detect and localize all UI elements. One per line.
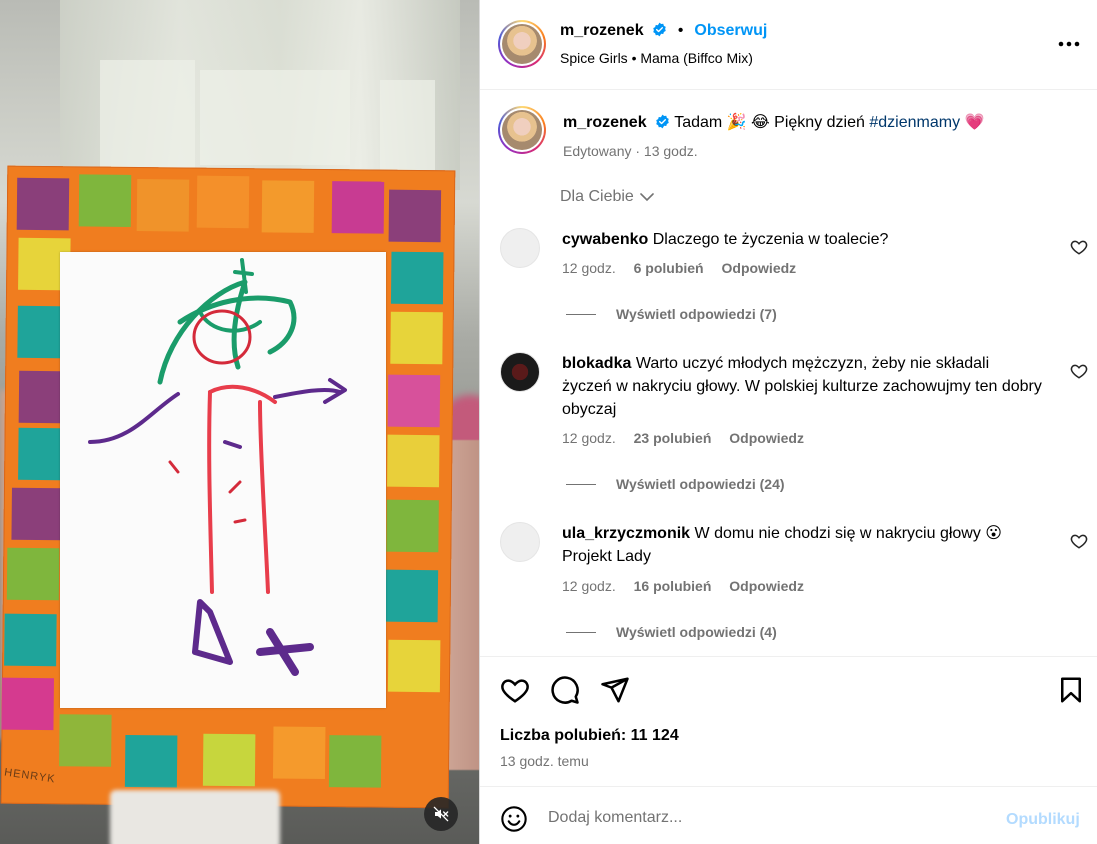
view-replies-link[interactable]: Wyświetl odpowiedzi (7) bbox=[566, 306, 777, 322]
post-media[interactable]: HENRYK bbox=[0, 0, 479, 844]
comment-username[interactable]: cywabenko bbox=[562, 231, 648, 248]
comment-bubble-icon[interactable] bbox=[550, 675, 580, 705]
sticky-note bbox=[59, 714, 112, 767]
sticky-note bbox=[385, 569, 439, 623]
sticky-note bbox=[16, 177, 70, 231]
sticky-note bbox=[386, 499, 439, 553]
comment-likes[interactable]: 16 polubień bbox=[634, 578, 712, 594]
sticky-note bbox=[6, 547, 60, 601]
view-replies-label: Wyświetl odpowiedzi (4) bbox=[616, 624, 777, 640]
verified-badge-icon bbox=[653, 22, 666, 37]
comment-meta: 12 godz. 6 polubień Odpowiedz bbox=[562, 260, 810, 276]
window-pane bbox=[100, 60, 195, 170]
comment-username[interactable]: ula_krzyczmonik bbox=[562, 525, 690, 542]
comment-sort-dropdown[interactable]: Dla Ciebie bbox=[560, 188, 654, 206]
more-horizontal-icon bbox=[1058, 41, 1080, 47]
sticky-note bbox=[136, 179, 190, 232]
sticky-note bbox=[261, 180, 315, 233]
child-drawing bbox=[88, 258, 347, 676]
window-pane bbox=[200, 70, 350, 165]
sort-label: Dla Ciebie bbox=[560, 188, 634, 205]
likes-count[interactable]: Liczba polubień: 11 124 bbox=[500, 727, 679, 745]
reply-button[interactable]: Odpowiedz bbox=[729, 430, 804, 446]
chevron-down-icon bbox=[640, 192, 654, 201]
reply-button[interactable]: Odpowiedz bbox=[729, 578, 804, 594]
sticky-note bbox=[331, 181, 385, 234]
sticky-note bbox=[272, 726, 326, 780]
replies-divider bbox=[566, 483, 596, 485]
comment-time: 12 godz. bbox=[562, 578, 616, 594]
comment-body: cywabenko Dlaczego te życzenia w toaleci… bbox=[562, 228, 1042, 251]
view-replies-link[interactable]: Wyświetl odpowiedzi (24) bbox=[566, 476, 785, 492]
audio-track[interactable]: Spice Girls • Mama (Biffco Mix) bbox=[560, 50, 753, 66]
comment-meta: 12 godz. 23 polubień Odpowiedz bbox=[562, 430, 818, 446]
post-sidebar: m_rozenek • Obserwuj Spice Girls • Mama … bbox=[479, 0, 1097, 844]
like-heart-icon[interactable] bbox=[500, 675, 530, 705]
caption-text: m_rozenek Tadam 🎉 😂 Piękny dzień #dzienm… bbox=[563, 112, 1063, 134]
comment-likes[interactable]: 23 polubień bbox=[634, 430, 712, 446]
sticky-note bbox=[202, 733, 256, 787]
sticky-note bbox=[387, 374, 441, 428]
comment-text: Warto uczyć młodych mężczyzn, żeby nie s… bbox=[562, 355, 1042, 418]
author-username[interactable]: m_rozenek bbox=[560, 22, 644, 39]
sticky-note bbox=[387, 434, 440, 488]
window-pane bbox=[380, 80, 435, 180]
replies-divider bbox=[566, 631, 596, 633]
author-line: m_rozenek • Obserwuj bbox=[560, 22, 767, 40]
replies-divider bbox=[566, 313, 596, 315]
sticky-note bbox=[388, 189, 442, 243]
comment-time: 12 godz. bbox=[562, 430, 616, 446]
commenter-avatar[interactable] bbox=[500, 522, 540, 562]
comment-time: 12 godz. bbox=[562, 260, 616, 276]
caption-meta: Edytowany · 13 godz. bbox=[563, 143, 698, 159]
comment-text: Dlaczego te życzenia w toalecie? bbox=[652, 231, 889, 248]
sticky-note bbox=[196, 175, 250, 229]
follow-button[interactable]: Obserwuj bbox=[694, 22, 767, 39]
publish-button[interactable]: Opublikuj bbox=[1006, 811, 1080, 829]
mute-button[interactable] bbox=[424, 797, 458, 831]
caption-hashtag[interactable]: #dzienmamy bbox=[869, 114, 960, 131]
sticky-note bbox=[124, 734, 178, 788]
commenter-avatar[interactable] bbox=[500, 352, 540, 392]
sticky-note bbox=[1, 677, 54, 731]
more-options-button[interactable] bbox=[1056, 32, 1082, 56]
foreground-object bbox=[110, 790, 280, 844]
sticky-note bbox=[11, 487, 64, 541]
sticky-note bbox=[390, 311, 443, 365]
sticky-note bbox=[328, 735, 382, 788]
comment-likes[interactable]: 6 polubień bbox=[634, 260, 704, 276]
caption-emoji: 💗 bbox=[964, 114, 985, 131]
reply-button[interactable]: Odpowiedz bbox=[722, 260, 797, 276]
separator-dot: • bbox=[677, 22, 684, 39]
post-header: m_rozenek • Obserwuj Spice Girls • Mama … bbox=[480, 0, 1097, 90]
caption-avatar[interactable] bbox=[498, 106, 546, 154]
save-bookmark-icon[interactable] bbox=[1056, 675, 1086, 705]
view-replies-label: Wyświetl odpowiedzi (7) bbox=[616, 306, 777, 322]
comment-username[interactable]: blokadka bbox=[562, 355, 631, 372]
sticky-note bbox=[4, 613, 57, 667]
comment-body: blokadka Warto uczyć młodych mężczyzn, ż… bbox=[562, 352, 1042, 421]
like-comment-heart-icon[interactable] bbox=[1070, 532, 1088, 550]
author-avatar[interactable] bbox=[498, 20, 546, 68]
sticky-note bbox=[78, 174, 132, 227]
verified-badge-icon bbox=[656, 114, 669, 129]
view-replies-link[interactable]: Wyświetl odpowiedzi (4) bbox=[566, 624, 777, 640]
like-comment-heart-icon[interactable] bbox=[1070, 362, 1088, 380]
view-replies-label: Wyświetl odpowiedzi (24) bbox=[616, 476, 785, 492]
sticky-note bbox=[390, 251, 444, 305]
emoji-smiley-icon[interactable] bbox=[500, 805, 528, 833]
comment-meta: 12 godz. 16 polubień Odpowiedz bbox=[562, 578, 818, 594]
speaker-muted-icon bbox=[433, 806, 449, 822]
post-actions: Liczba polubień: 11 124 13 godz. temu bbox=[480, 656, 1097, 786]
like-comment-heart-icon[interactable] bbox=[1070, 238, 1088, 256]
post-timestamp: 13 godz. temu bbox=[500, 753, 589, 769]
caption-username[interactable]: m_rozenek bbox=[563, 114, 647, 131]
comment-body: ula_krzyczmonik W domu nie chodzi się w … bbox=[562, 522, 1042, 568]
commenter-avatar[interactable] bbox=[500, 228, 540, 268]
caption-body: Tadam 🎉 😂 Piękny dzień bbox=[674, 114, 865, 131]
sticky-note bbox=[387, 639, 441, 693]
comment-input[interactable] bbox=[548, 803, 988, 833]
add-comment-bar: Opublikuj bbox=[480, 786, 1097, 844]
share-paper-plane-icon[interactable] bbox=[600, 675, 630, 705]
